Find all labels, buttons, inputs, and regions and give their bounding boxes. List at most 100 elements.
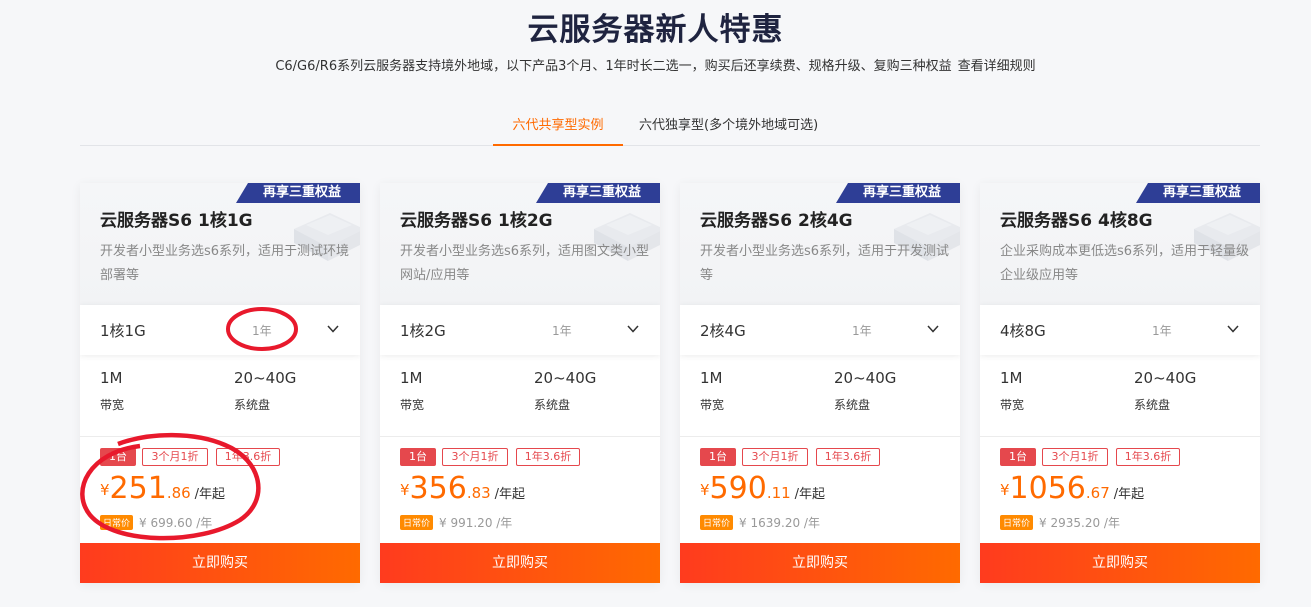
bandwidth-label: 带宽 [1000,398,1025,412]
one-year-chip: 1年3.6折 [816,448,880,466]
original-price: 日常价 ¥ 2935.20 /年 [1000,514,1120,531]
bandwidth-value: 1M [100,369,123,387]
tab-dedicated-instance[interactable]: 六代独享型(多个境外地域可选) [639,114,818,145]
tab-bar: 六代共享型实例 六代独享型(多个境外地域可选) [80,106,1260,146]
bandwidth-spec: 1M 带宽 [700,369,724,413]
regular-price-tag: 日常价 [100,515,134,530]
disk-label: 系统盘 [534,398,571,412]
divider [680,436,960,437]
price: ¥590.11/年起 [700,471,825,506]
spec-row: 1M 带宽 20~40G 系统盘 [400,369,640,415]
disk-value: 20~40G [1134,369,1197,387]
regular-price-tag: 日常价 [1000,515,1034,530]
duration-value: 1年 [552,324,572,338]
buy-now-button[interactable]: 立即购买 [980,543,1260,583]
currency-symbol: ¥ [100,481,110,499]
bandwidth-label: 带宽 [700,398,725,412]
original-price-value: ¥ 1639.20 /年 [739,516,820,530]
price-decimal: .83 [466,484,491,502]
spec-row: 1M 带宽 20~40G 系统盘 [1000,369,1240,415]
tab-shared-instance[interactable]: 六代共享型实例 [493,114,623,146]
rules-link[interactable]: 查看详细规则 [958,59,1036,74]
price-decimal: .67 [1085,484,1110,502]
disk-spec: 20~40G 系统盘 [1134,369,1196,413]
product-card: 再享三重权益 云服务器S6 4核8G 企业采购成本更低选s6系列，适用于轻量级企… [980,183,1260,583]
card-description: 企业采购成本更低选s6系列，适用于轻量级企业级应用等 [1000,244,1250,283]
chevron-down-icon[interactable] [326,322,340,336]
card-title: 云服务器S6 1核1G [100,211,253,231]
spec-row: 1M 带宽 20~40G 系统盘 [700,369,940,415]
original-price: 日常价 ¥ 699.60 /年 [100,514,212,531]
price-decimal: .11 [766,484,791,502]
spec-dropdown[interactable]: 1核2G 1年 [380,305,660,355]
price: ¥356.83/年起 [400,471,526,506]
product-card: 再享三重权益 云服务器S6 2核4G 开发者小型业务选s6系列，适用于开发测试等… [680,183,960,583]
disk-spec: 20~40G 系统盘 [834,369,896,413]
chevron-down-icon[interactable] [1226,322,1240,336]
quantity-chip: 1台 [100,448,136,466]
spec-value: 1核2G [400,322,446,340]
spec-value: 1核1G [100,322,146,340]
price-unit: /年起 [194,487,226,502]
bandwidth-value: 1M [1000,369,1023,387]
quantity-chip: 1台 [1000,448,1036,466]
bandwidth-value: 1M [700,369,723,387]
bandwidth-label: 带宽 [100,398,125,412]
buy-now-button[interactable]: 立即购买 [80,543,360,583]
benefit-badge: 再享三重权益 [836,183,960,203]
spec-value: 2核4G [700,322,746,340]
spec-dropdown[interactable]: 2核4G 1年 [680,305,960,355]
divider [980,436,1260,437]
disk-label: 系统盘 [234,398,271,412]
spec-row: 1M 带宽 20~40G 系统盘 [100,369,340,415]
one-year-chip: 1年3.6折 [516,448,580,466]
disk-value: 20~40G [534,369,597,387]
price-integer: 356 [409,471,467,506]
bandwidth-spec: 1M 带宽 [1000,369,1024,413]
regular-price-tag: 日常价 [700,515,734,530]
disk-label: 系统盘 [834,398,871,412]
card-title: 云服务器S6 4核8G [1000,211,1153,231]
divider [80,436,360,437]
three-month-chip: 3个月1折 [442,448,508,466]
three-month-chip: 3个月1折 [142,448,208,466]
price-integer: 590 [709,471,767,506]
subtitle-text: C6/G6/R6系列云服务器支持境外地域，以下产品3个月、1年时长二选一，购买后… [275,59,952,74]
original-price-value: ¥ 991.20 /年 [439,516,513,530]
quantity-chip: 1台 [400,448,436,466]
bandwidth-spec: 1M 带宽 [100,369,124,413]
chevron-down-icon[interactable] [626,322,640,336]
card-title: 云服务器S6 1核2G [400,211,553,231]
buy-now-button[interactable]: 立即购买 [680,543,960,583]
chevron-down-icon[interactable] [926,322,940,336]
benefit-badge: 再享三重权益 [536,183,660,203]
spec-dropdown[interactable]: 4核8G 1年 [980,305,1260,355]
page-subtitle: C6/G6/R6系列云服务器支持境外地域，以下产品3个月、1年时长二选一，购买后… [0,55,1311,74]
original-price-value: ¥ 2935.20 /年 [1039,516,1120,530]
price-integer: 251 [109,471,167,506]
product-card: 再享三重权益 云服务器S6 1核2G 开发者小型业务选s6系列，适用图文类小型网… [380,183,660,583]
one-year-chip: 1年3.6折 [1116,448,1180,466]
regular-price-tag: 日常价 [400,515,434,530]
disk-label: 系统盘 [1134,398,1171,412]
three-month-chip: 3个月1折 [1042,448,1108,466]
price-unit: /年起 [494,487,526,502]
original-price: 日常价 ¥ 991.20 /年 [400,514,512,531]
disk-spec: 20~40G 系统盘 [234,369,296,413]
price-decimal: .86 [166,484,191,502]
buy-now-button[interactable]: 立即购买 [380,543,660,583]
card-description: 开发者小型业务选s6系列，适用于测试环境部署等 [100,244,350,283]
benefit-badge: 再享三重权益 [1136,183,1260,203]
duration-value: 1年 [1152,324,1172,338]
divider [380,436,660,437]
spec-dropdown[interactable]: 1核1G 1年 [80,305,360,355]
quantity-chip: 1台 [700,448,736,466]
three-month-chip: 3个月1折 [742,448,808,466]
page-title: 云服务器新人特惠 [527,12,784,48]
currency-symbol: ¥ [400,481,410,499]
spec-value: 4核8G [1000,322,1046,340]
one-year-chip: 1年3.6折 [216,448,280,466]
card-description: 开发者小型业务选s6系列，适用图文类小型网站/应用等 [400,244,650,283]
original-price-value: ¥ 699.60 /年 [139,516,213,530]
disk-value: 20~40G [234,369,297,387]
